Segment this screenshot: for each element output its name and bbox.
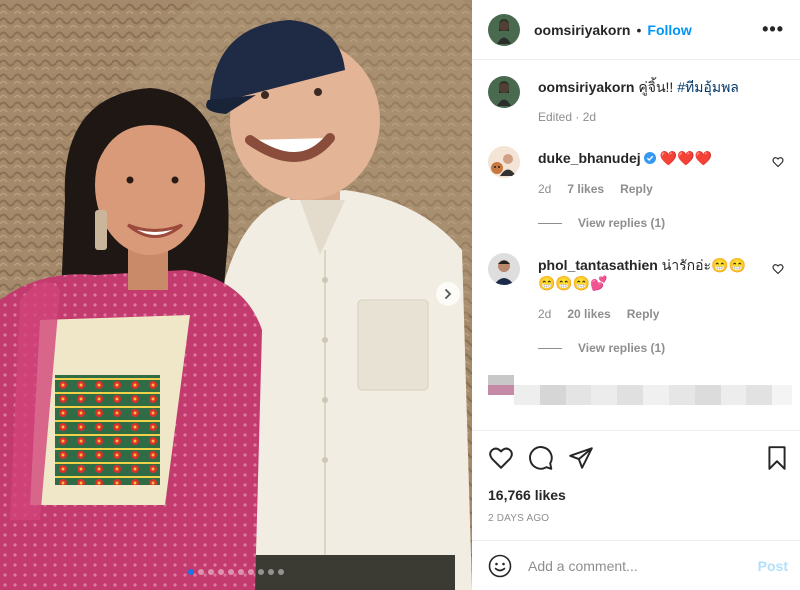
post-side-panel: oomsiriyakorn • Follow ••• oomsiriyakorn… <box>472 0 800 590</box>
comment-item: duke_bhanudej ❤️❤️❤️ 2d 7 likes Reply Vi… <box>488 146 784 241</box>
comment-icon[interactable] <box>528 445 554 471</box>
carousel-dot <box>248 569 254 575</box>
caption-edited: Edited · 2d <box>538 110 596 124</box>
blurred-comment <box>488 375 792 415</box>
avatar[interactable] <box>488 76 520 108</box>
comment-username[interactable]: phol_tantasathien <box>538 257 658 273</box>
comment-time: 2d <box>538 307 552 321</box>
carousel-dot <box>268 569 274 575</box>
comment-body: ❤️❤️❤️ <box>659 150 712 166</box>
post-comment-button[interactable]: Post <box>758 558 788 574</box>
edited-time: Edited · 2d <box>538 110 597 124</box>
heart-icon[interactable] <box>488 445 514 471</box>
caption-text: oomsiriyakorn คู่จิ้น!! #ทีมอุ้มพล <box>538 78 764 96</box>
comment-text: phol_tantasathien น่ารักอ่ะ😁😁😁😁😁💕 <box>538 256 758 292</box>
caption: oomsiriyakorn คู่จิ้น!! #ทีมอุ้มพล Edite… <box>488 76 784 136</box>
post-photo[interactable] <box>0 0 472 590</box>
view-replies-label: View replies (1) <box>578 341 666 355</box>
carousel-dot <box>218 569 224 575</box>
carousel-dot <box>198 569 204 575</box>
comment-meta: 2d 7 likes Reply <box>538 182 653 196</box>
share-icon[interactable] <box>568 445 594 471</box>
more-options-icon[interactable]: ••• <box>762 19 784 40</box>
comment-input[interactable] <box>528 557 758 574</box>
view-replies-label: View replies (1) <box>578 216 666 230</box>
post-username[interactable]: oomsiriyakorn <box>534 22 630 38</box>
post-date: 2 DAYS AGO <box>488 513 550 524</box>
avatar[interactable] <box>488 13 520 46</box>
add-comment-bar: Post <box>472 540 800 590</box>
comment-username[interactable]: duke_bhanudej <box>538 150 641 166</box>
comment-item: phol_tantasathien น่ารักอ่ะ😁😁😁😁😁💕 2d 20 … <box>488 253 784 368</box>
likes-count[interactable]: 16,766 likes <box>488 487 566 503</box>
avatar[interactable] <box>488 253 520 285</box>
verified-badge-icon <box>643 152 656 164</box>
next-photo-button[interactable] <box>436 282 460 306</box>
post-header: oomsiriyakorn • Follow ••• <box>472 0 800 60</box>
comments-section[interactable]: oomsiriyakorn คู่จิ้น!! #ทีมอุ้มพล Edite… <box>472 60 800 430</box>
comment-likes[interactable]: 7 likes <box>567 182 604 196</box>
view-replies-button[interactable]: View replies (1) <box>538 216 665 230</box>
carousel-dot <box>278 569 284 575</box>
photo-illustration <box>0 0 472 590</box>
comment-time: 2d <box>538 182 552 196</box>
hashtag-link[interactable]: #ทีมอุ้มพล <box>677 79 739 95</box>
like-comment-icon[interactable] <box>772 156 784 168</box>
carousel-dot <box>208 569 214 575</box>
reply-button[interactable]: Reply <box>627 307 660 321</box>
follow-button[interactable]: Follow <box>647 22 691 38</box>
emoji-icon[interactable] <box>488 554 512 578</box>
carousel-indicator <box>0 569 472 575</box>
view-replies-button[interactable]: View replies (1) <box>538 341 665 355</box>
chevron-right-icon <box>445 289 452 299</box>
post-actions: 16,766 likes 2 DAYS AGO <box>472 430 800 540</box>
like-comment-icon[interactable] <box>772 263 784 275</box>
caption-body: คู่จิ้น!! <box>638 79 674 95</box>
separator-dot: • <box>636 21 642 38</box>
comment-text: duke_bhanudej ❤️❤️❤️ <box>538 149 764 167</box>
comment-meta: 2d 20 likes Reply <box>538 307 659 321</box>
reply-button[interactable]: Reply <box>620 182 653 196</box>
bookmark-icon[interactable] <box>764 445 790 471</box>
replies-divider <box>538 347 562 349</box>
carousel-dot <box>258 569 264 575</box>
carousel-dot <box>228 569 234 575</box>
comment-likes[interactable]: 20 likes <box>567 307 610 321</box>
carousel-dot <box>188 569 194 575</box>
caption-username[interactable]: oomsiriyakorn <box>538 79 634 95</box>
avatar[interactable] <box>488 146 520 178</box>
carousel-dot <box>238 569 244 575</box>
replies-divider <box>538 222 562 224</box>
